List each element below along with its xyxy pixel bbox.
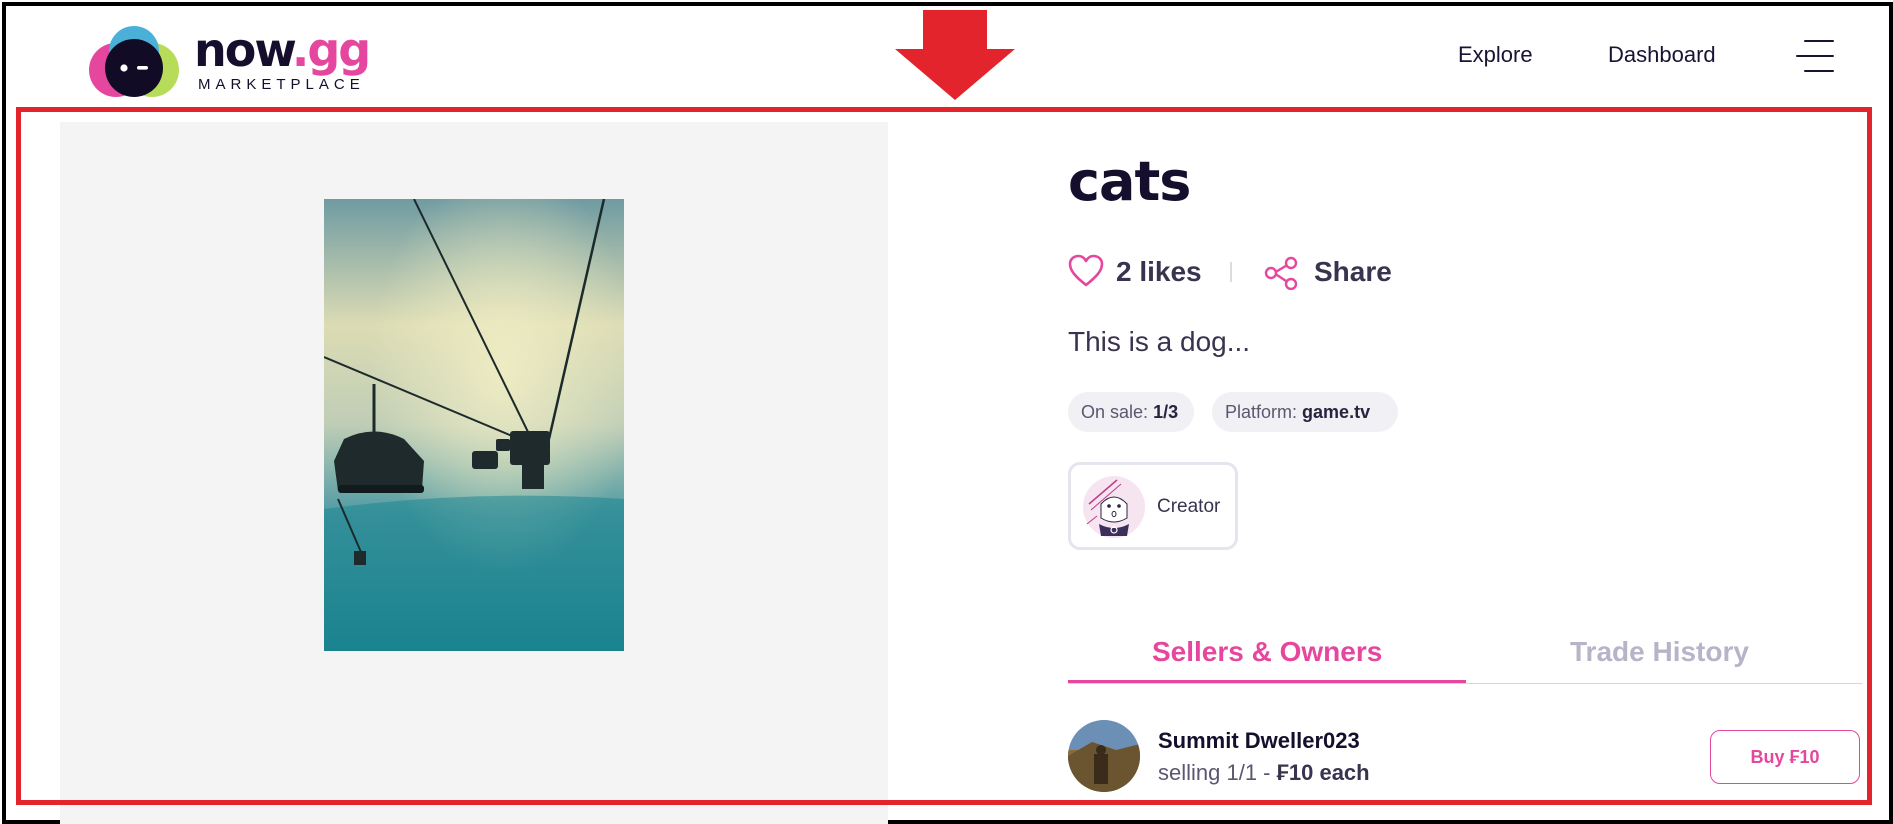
item-description: This is a dog...: [1068, 326, 1251, 357]
creator-card[interactable]: Creator: [1068, 462, 1238, 550]
red-highlight-box-annotation: [16, 107, 1872, 805]
creator-label: Creator: [1157, 496, 1221, 517]
platform-badge: Platform: game.tv: [1212, 392, 1398, 432]
seller-name[interactable]: Summit Dweller023: [1158, 728, 1360, 754]
active-tab-indicator: [1068, 680, 1466, 683]
seller-avatar[interactable]: [1068, 720, 1140, 792]
tab-trade-history[interactable]: Trade History: [1570, 636, 1749, 668]
seller-listing-detail: selling 1/1 - ₣10 each: [1158, 760, 1370, 785]
on-sale-badge: On sale: 1/3: [1068, 392, 1194, 432]
item-title: cats: [1068, 150, 1191, 213]
tabs-divider: [1068, 683, 1862, 684]
share-button[interactable]: Share: [1314, 256, 1392, 288]
now-gg-logo[interactable]: now.gg MARKETPLACE: [82, 24, 382, 100]
logo-wordmark: now.gg: [194, 23, 371, 77]
heart-icon[interactable]: [1068, 254, 1104, 288]
hamburger-menu-icon[interactable]: [1796, 38, 1834, 74]
likes-count: 2 likes: [1116, 256, 1202, 287]
creator-avatar: [1083, 476, 1145, 538]
share-icon[interactable]: [1264, 256, 1298, 290]
nav-explore-link[interactable]: Explore: [1458, 42, 1533, 68]
nav-dashboard-link[interactable]: Dashboard: [1608, 42, 1716, 68]
logo-mark-icon: [89, 26, 179, 97]
logo-subtitle: MARKETPLACE: [198, 76, 365, 93]
red-down-arrow-annotation: [895, 10, 1015, 100]
tab-sellers-owners[interactable]: Sellers & Owners: [1152, 636, 1382, 668]
buy-button[interactable]: Buy ₣10: [1710, 730, 1860, 784]
meta-divider: [1230, 262, 1232, 282]
